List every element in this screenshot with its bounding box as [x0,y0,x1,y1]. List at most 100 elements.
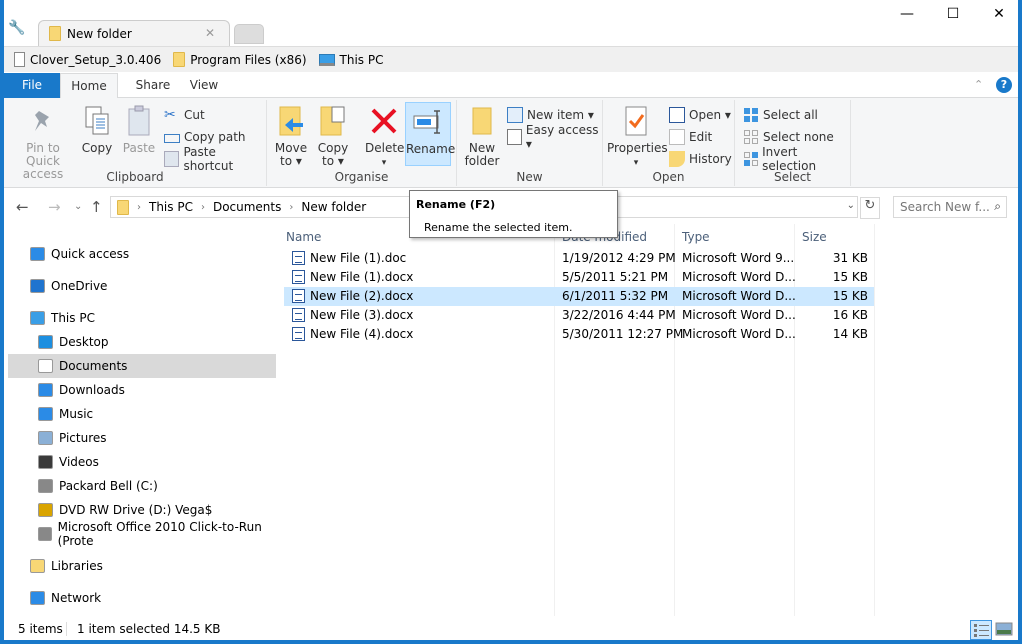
tab-file[interactable]: File [4,73,60,98]
breadcrumb-separator-icon[interactable]: › [289,202,293,213]
paste-shortcut-button[interactable]: Paste shortcut [164,145,266,173]
wrench-icon[interactable]: 🔧 [8,20,25,36]
minimize-button[interactable]: — [884,6,930,22]
tab-close-icon[interactable]: ✕ [205,26,215,40]
nav-item-label: Music [59,407,94,421]
select-none-button[interactable]: Select none [743,128,834,146]
copy-to-label: Copy to ▾ [317,141,349,168]
organise-group: Move to ▾ Copy to ▾ Delete ▾ Rename Organ… [267,100,457,186]
copy-label: Copy [81,141,113,155]
column-divider[interactable] [874,224,875,616]
copy-to-button[interactable]: Copy to ▾ [315,104,351,168]
new-tab-button[interactable] [234,24,264,44]
file-explorer-window: 🔧 New folder ✕ — ☐ ✕ Clover_Setup_3.0.40… [4,0,1018,640]
invert-selection-button[interactable]: Invert selection [743,145,850,173]
nav-item-pictures[interactable]: Pictures [8,426,276,450]
address-dropdown-icon[interactable]: ⌄ [847,200,855,211]
nav-item-network[interactable]: Network [8,586,276,610]
bookmark-label: This PC [339,52,384,67]
select-all-button[interactable]: Select all [743,106,818,124]
file-name: New File (3).docx [310,308,414,322]
cut-button[interactable]: ✂ Cut [164,106,205,124]
breadcrumb-this-pc[interactable]: This PC [149,200,193,214]
column-header-name[interactable]: Name [286,230,321,244]
tab-view[interactable]: View [182,73,226,98]
new-item-icon [507,107,523,123]
large-icons-view-button[interactable] [994,620,1016,640]
properties-icon [625,106,647,136]
nav-item-videos[interactable]: Videos [8,450,276,474]
maximize-button[interactable]: ☐ [930,6,976,22]
nav-item-packard-bell-c[interactable]: Packard Bell (C:) [8,474,276,498]
nav-item-downloads[interactable]: Downloads [8,378,276,402]
bookmark-program-files[interactable]: Program Files (x86) [173,52,307,67]
help-icon[interactable]: ? [996,77,1012,93]
libraries-icon [30,559,45,573]
file-row[interactable]: New File (1).doc 1/19/2012 4:29 PM Microso… [284,249,874,268]
tab-new-folder[interactable]: New folder ✕ [38,20,230,46]
column-header-type[interactable]: Type [682,230,710,244]
breadcrumb-new-folder[interactable]: New folder [301,200,366,214]
nav-item-documents[interactable]: Documents [8,354,276,378]
close-button[interactable]: ✕ [976,6,1022,22]
refresh-icon[interactable]: ↻ [860,197,880,219]
new-folder-button[interactable]: New folder [463,104,501,168]
nav-item-dvd-rw-drive-d-vega[interactable]: DVD RW Drive (D:) Vega$ [8,498,276,522]
details-view-button[interactable] [970,620,992,640]
breadcrumb-separator-icon[interactable]: › [137,202,141,213]
select-none-label: Select none [763,130,834,144]
paste-shortcut-label: Paste shortcut [183,145,234,173]
bookmark-this-pc[interactable]: This PC [318,52,384,67]
file-row[interactable]: New File (4).docx 5/30/2011 12:27 PM Micro… [284,325,874,344]
file-row[interactable]: New File (1).docx 5/5/2011 5:21 PM Microso… [284,268,874,287]
nav-item-music[interactable]: Music [8,402,276,426]
scissors-icon: ✂ [164,107,176,123]
nav-item-libraries[interactable]: Libraries [8,554,276,578]
nav-item-label: Network [51,591,102,605]
open-button[interactable]: Open ▾ [669,106,731,124]
bookmark-clover-setup[interactable]: Clover_Setup_3.0.406 [14,52,161,67]
breadcrumb-separator-icon[interactable]: › [201,202,205,213]
item-count: 5 items [18,622,63,636]
nav-item-label: Microsoft Office 2010 Click-to-Run (Prot… [57,520,262,548]
forward-arrow-icon[interactable]: → [48,198,61,216]
breadcrumb-documents[interactable]: Documents [213,200,281,214]
edit-button[interactable]: Edit [669,128,712,146]
delete-button[interactable]: Delete ▾ [365,104,404,170]
move-to-button[interactable]: Move to ▾ [273,104,309,168]
nav-item-label: Packard Bell (C:) [59,479,158,493]
ribbon-tabs: File Home Share View ⌃ ? [4,73,1018,99]
search-input[interactable]: Search New f... ⌕ [893,196,1007,218]
paste-button[interactable]: Paste [122,104,156,155]
up-arrow-icon[interactable]: ↑ [90,198,103,216]
nav-item-quick-access[interactable]: Quick access [8,242,276,266]
copy-button[interactable]: Copy [80,104,114,155]
organise-group-label: Organise [334,170,389,184]
selection-info: 1 item selected 14.5 KB [77,622,221,636]
column-header-size[interactable]: Size [802,230,827,244]
collapse-ribbon-icon[interactable]: ⌃ [974,78,983,91]
recent-locations-chevron-icon[interactable]: ⌄ [74,201,82,212]
nav-item-microsoft-office-2010-click-to-run-prote[interactable]: Microsoft Office 2010 Click-to-Run (Prot… [8,520,276,548]
file-row[interactable]: New File (3).docx 3/22/2016 4:44 PM Micros… [284,306,874,325]
folder-icon [117,199,129,215]
rename-button[interactable]: Rename [405,102,455,166]
pin-icon [35,111,49,131]
history-button[interactable]: History [669,150,732,168]
back-arrow-icon[interactable]: ← [16,198,29,216]
word-document-icon [292,308,305,322]
nav-item-this-pc[interactable]: This PC [8,306,276,330]
new-item-button[interactable]: New item ▾ [507,106,594,124]
easy-access-button[interactable]: Easy access ▾ [507,123,602,151]
file-row[interactable]: New File (2).docx 6/1/2011 5:32 PM Microso… [284,287,874,306]
details-view-icon [974,624,989,637]
copy-path-button[interactable]: Copy path [164,128,246,146]
properties-button[interactable]: Properties ▾ [607,104,668,170]
tab-home[interactable]: Home [60,73,118,99]
nav-item-onedrive[interactable]: OneDrive [8,274,276,298]
new-item-label: New item ▾ [527,108,594,122]
select-all-label: Select all [763,108,818,122]
move-to-icon [279,106,303,136]
nav-item-desktop[interactable]: Desktop [8,330,276,354]
tab-share[interactable]: Share [128,73,178,98]
